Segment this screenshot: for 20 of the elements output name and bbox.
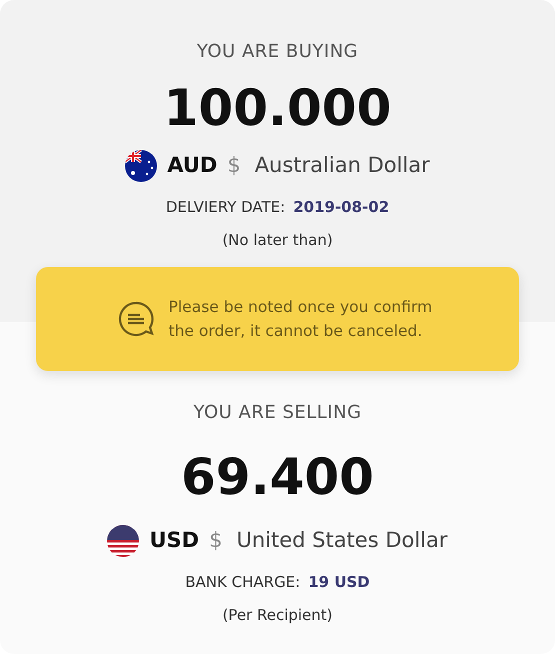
detail-value: 2019-08-02 <box>293 197 390 218</box>
currency-symbol: $ <box>209 527 222 554</box>
flag-icon <box>125 150 158 182</box>
currency-name: United States Dollar <box>236 527 448 554</box>
detail-note: (Per Recipient) <box>222 604 333 626</box>
detail-value: 19 USD <box>308 572 370 593</box>
chat-bubble-icon <box>116 300 154 338</box>
detail-label: BANK CHARGE: <box>185 572 300 593</box>
detail-note: (No later than) <box>222 230 333 250</box>
amount: 100.000 <box>164 78 392 138</box>
currency-symbol: $ <box>227 152 241 180</box>
amount: 69.400 <box>181 447 374 507</box>
section-title: YOU ARE BUYING <box>196 40 358 64</box>
flag-icon <box>107 525 140 557</box>
currency-code: USD <box>149 527 200 554</box>
currency-code: AUD <box>167 152 218 180</box>
section-title: YOU ARE SELLING <box>193 401 362 425</box>
currency-name: Australian Dollar <box>254 152 430 180</box>
detail-label: DELVIERY DATE: <box>166 197 286 218</box>
notice-text: Please be noted once you confirm the order, it cannot be canceled. <box>168 297 434 342</box>
